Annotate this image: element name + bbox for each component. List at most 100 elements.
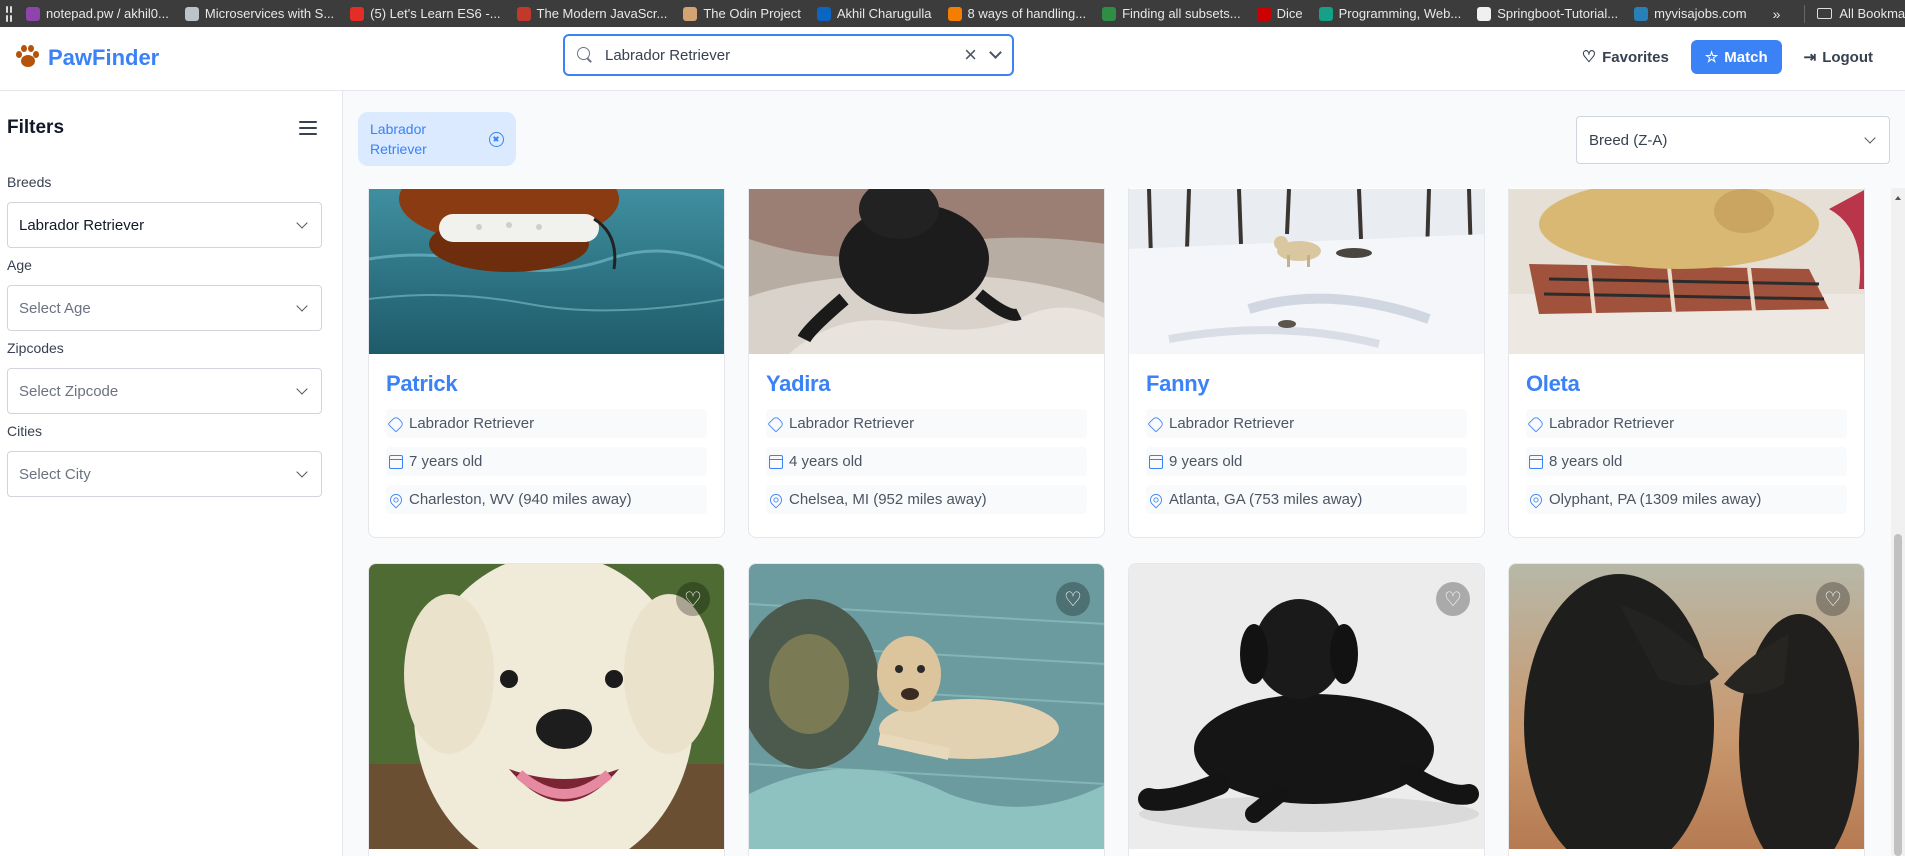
dog-photo	[1129, 564, 1484, 849]
header-actions: ♡ Favorites ☆ Match ⇥ Logout	[1582, 40, 1873, 74]
bookmark-favicon-icon	[947, 6, 962, 21]
all-bookmarks-label: All Bookmarks	[1839, 6, 1905, 21]
chevron-down-icon[interactable]	[989, 46, 1002, 59]
bookmark-label: The Odin Project	[703, 6, 801, 21]
dog-breed: Labrador Retriever	[1169, 415, 1295, 432]
filter-breeds: Breeds Labrador Retriever	[7, 174, 322, 248]
dog-card[interactable]: Fanny Labrador Retriever 9 years old Atlant…	[1128, 188, 1485, 538]
filter-value: Select City	[19, 465, 91, 483]
favorites-button[interactable]: ♡ Favorites	[1582, 47, 1669, 67]
map-pin-icon	[1147, 491, 1165, 508]
bookmark-item[interactable]: Programming, Web...	[1318, 6, 1461, 21]
app-header: PawFinder × ♡ Favorites ☆ Match ⇥ Logout	[0, 27, 1905, 91]
brand-logo[interactable]: PawFinder	[16, 45, 159, 71]
dog-photo	[1509, 564, 1864, 849]
bookmark-favicon-icon	[816, 6, 831, 21]
dog-card[interactable]: ♡	[368, 563, 725, 856]
clear-search-icon[interactable]: ×	[964, 44, 977, 66]
filter-select-cities[interactable]: Select City	[7, 451, 322, 497]
filter-select-breeds[interactable]: Labrador Retriever	[7, 202, 322, 248]
calendar-icon	[1529, 454, 1543, 469]
bookmark-favicon-icon	[1256, 6, 1271, 21]
bookmark-favicon-icon	[184, 6, 199, 21]
dog-card[interactable]: ♡	[748, 563, 1105, 856]
scroll-thumb[interactable]	[1894, 534, 1902, 856]
bookmark-item[interactable]: (5) Let's Learn ES6 -...	[350, 6, 501, 21]
chevron-down-icon	[296, 299, 308, 312]
brand-name: PawFinder	[48, 45, 160, 70]
location-row: Atlanta, GA (753 miles away)	[1146, 485, 1467, 514]
filter-select-zipcodes[interactable]: Select Zipcode	[7, 368, 322, 414]
dog-name[interactable]: Oleta	[1526, 371, 1847, 397]
dog-photo	[749, 189, 1104, 354]
bookmark-item[interactable]: notepad.pw / akhil0...	[26, 6, 169, 21]
bookmark-item[interactable]: Springboot-Tutorial...	[1477, 6, 1618, 21]
bookmark-item[interactable]: Akhil Charugulla	[816, 6, 932, 21]
bookmark-item[interactable]: Dice	[1256, 6, 1303, 21]
filter-label: Zipcodes	[7, 340, 64, 356]
map-pin-icon	[767, 491, 785, 508]
dog-photo	[369, 189, 724, 354]
filter-value: Select Zipcode	[19, 382, 119, 400]
breed-search-box[interactable]: ×	[563, 34, 1014, 76]
dog-card[interactable]: Oleta Labrador Retriever 8 years old Olypha…	[1508, 188, 1865, 538]
bookmark-label: myvisajobs.com	[1654, 6, 1747, 21]
filter-label: Age	[7, 257, 32, 273]
filter-label: Breeds	[7, 174, 52, 190]
bookmark-favicon-icon	[1102, 6, 1117, 21]
favorite-heart-button[interactable]: ♡	[1816, 582, 1850, 616]
bookmarks-overflow-button[interactable]: »	[1773, 6, 1781, 22]
bookmark-favicon-icon	[350, 6, 365, 21]
bookmark-item[interactable]: The Modern JavaScr...	[516, 6, 667, 21]
all-bookmarks-button[interactable]: All Bookmarks	[1804, 4, 1905, 23]
dog-name[interactable]: Fanny	[1146, 371, 1467, 397]
heart-icon: ♡	[1064, 588, 1082, 611]
breed-search-input[interactable]	[605, 46, 965, 64]
favorite-heart-button[interactable]: ♡	[1056, 582, 1090, 616]
menu-icon[interactable]	[299, 121, 317, 135]
scroll-up-arrow-icon[interactable]	[1895, 196, 1901, 200]
dog-card[interactable]: ♡	[1508, 563, 1865, 856]
bookmark-item[interactable]: Microservices with S...	[184, 6, 334, 21]
age-row: 4 years old	[766, 447, 1087, 476]
map-pin-icon	[387, 491, 405, 508]
dog-location: Charleston, WV (940 miles away)	[409, 491, 632, 508]
sort-select[interactable]: Breed (Z-A)	[1576, 116, 1890, 164]
heart-icon: ♡	[1824, 588, 1842, 611]
favorite-heart-button[interactable]: ♡	[676, 582, 710, 616]
dog-breed: Labrador Retriever	[789, 415, 915, 432]
match-button[interactable]: ☆ Match	[1690, 40, 1782, 74]
bookmark-item[interactable]: The Odin Project	[683, 6, 801, 21]
bookmark-label: 8 ways of handling...	[967, 6, 1087, 21]
favorite-heart-button[interactable]: ♡	[1436, 582, 1470, 616]
dog-name[interactable]: Yadira	[766, 371, 1087, 397]
apps-grid-icon[interactable]	[6, 5, 12, 22]
breed-row: Labrador Retriever	[1526, 409, 1847, 438]
dog-card[interactable]: Patrick Labrador Retriever 7 years old Char…	[368, 188, 725, 538]
filter-value: Labrador Retriever	[19, 216, 145, 234]
filter-cities: Cities Select City	[7, 423, 322, 497]
logout-label: Logout	[1822, 48, 1873, 66]
filter-select-age[interactable]: Select Age	[7, 285, 322, 331]
tag-icon	[767, 415, 785, 432]
filters-title: Filters	[7, 117, 65, 138]
heart-icon: ♡	[1444, 588, 1462, 611]
remove-chip-icon[interactable]	[489, 131, 504, 147]
dog-name[interactable]: Patrick	[386, 371, 707, 397]
filter-label: Cities	[7, 423, 43, 439]
dog-photo	[1509, 189, 1864, 354]
breed-row: Labrador Retriever	[1146, 409, 1467, 438]
dog-card[interactable]: Yadira Labrador Retriever 4 years old Chels…	[748, 188, 1105, 538]
bookmark-item[interactable]: Finding all subsets...	[1102, 6, 1241, 21]
logout-button[interactable]: ⇥ Logout	[1804, 48, 1873, 67]
chevron-down-icon	[296, 382, 308, 395]
dog-card[interactable]: ♡	[1128, 563, 1485, 856]
bookmark-item[interactable]: myvisajobs.com	[1634, 6, 1747, 21]
page-scrollbar[interactable]	[1891, 188, 1905, 856]
age-row: 8 years old	[1526, 447, 1847, 476]
calendar-icon	[389, 454, 403, 469]
chevron-down-icon	[296, 216, 308, 229]
bookmark-label: Springboot-Tutorial...	[1497, 6, 1619, 21]
tag-icon	[1527, 415, 1545, 432]
bookmark-item[interactable]: 8 ways of handling...	[947, 6, 1087, 21]
